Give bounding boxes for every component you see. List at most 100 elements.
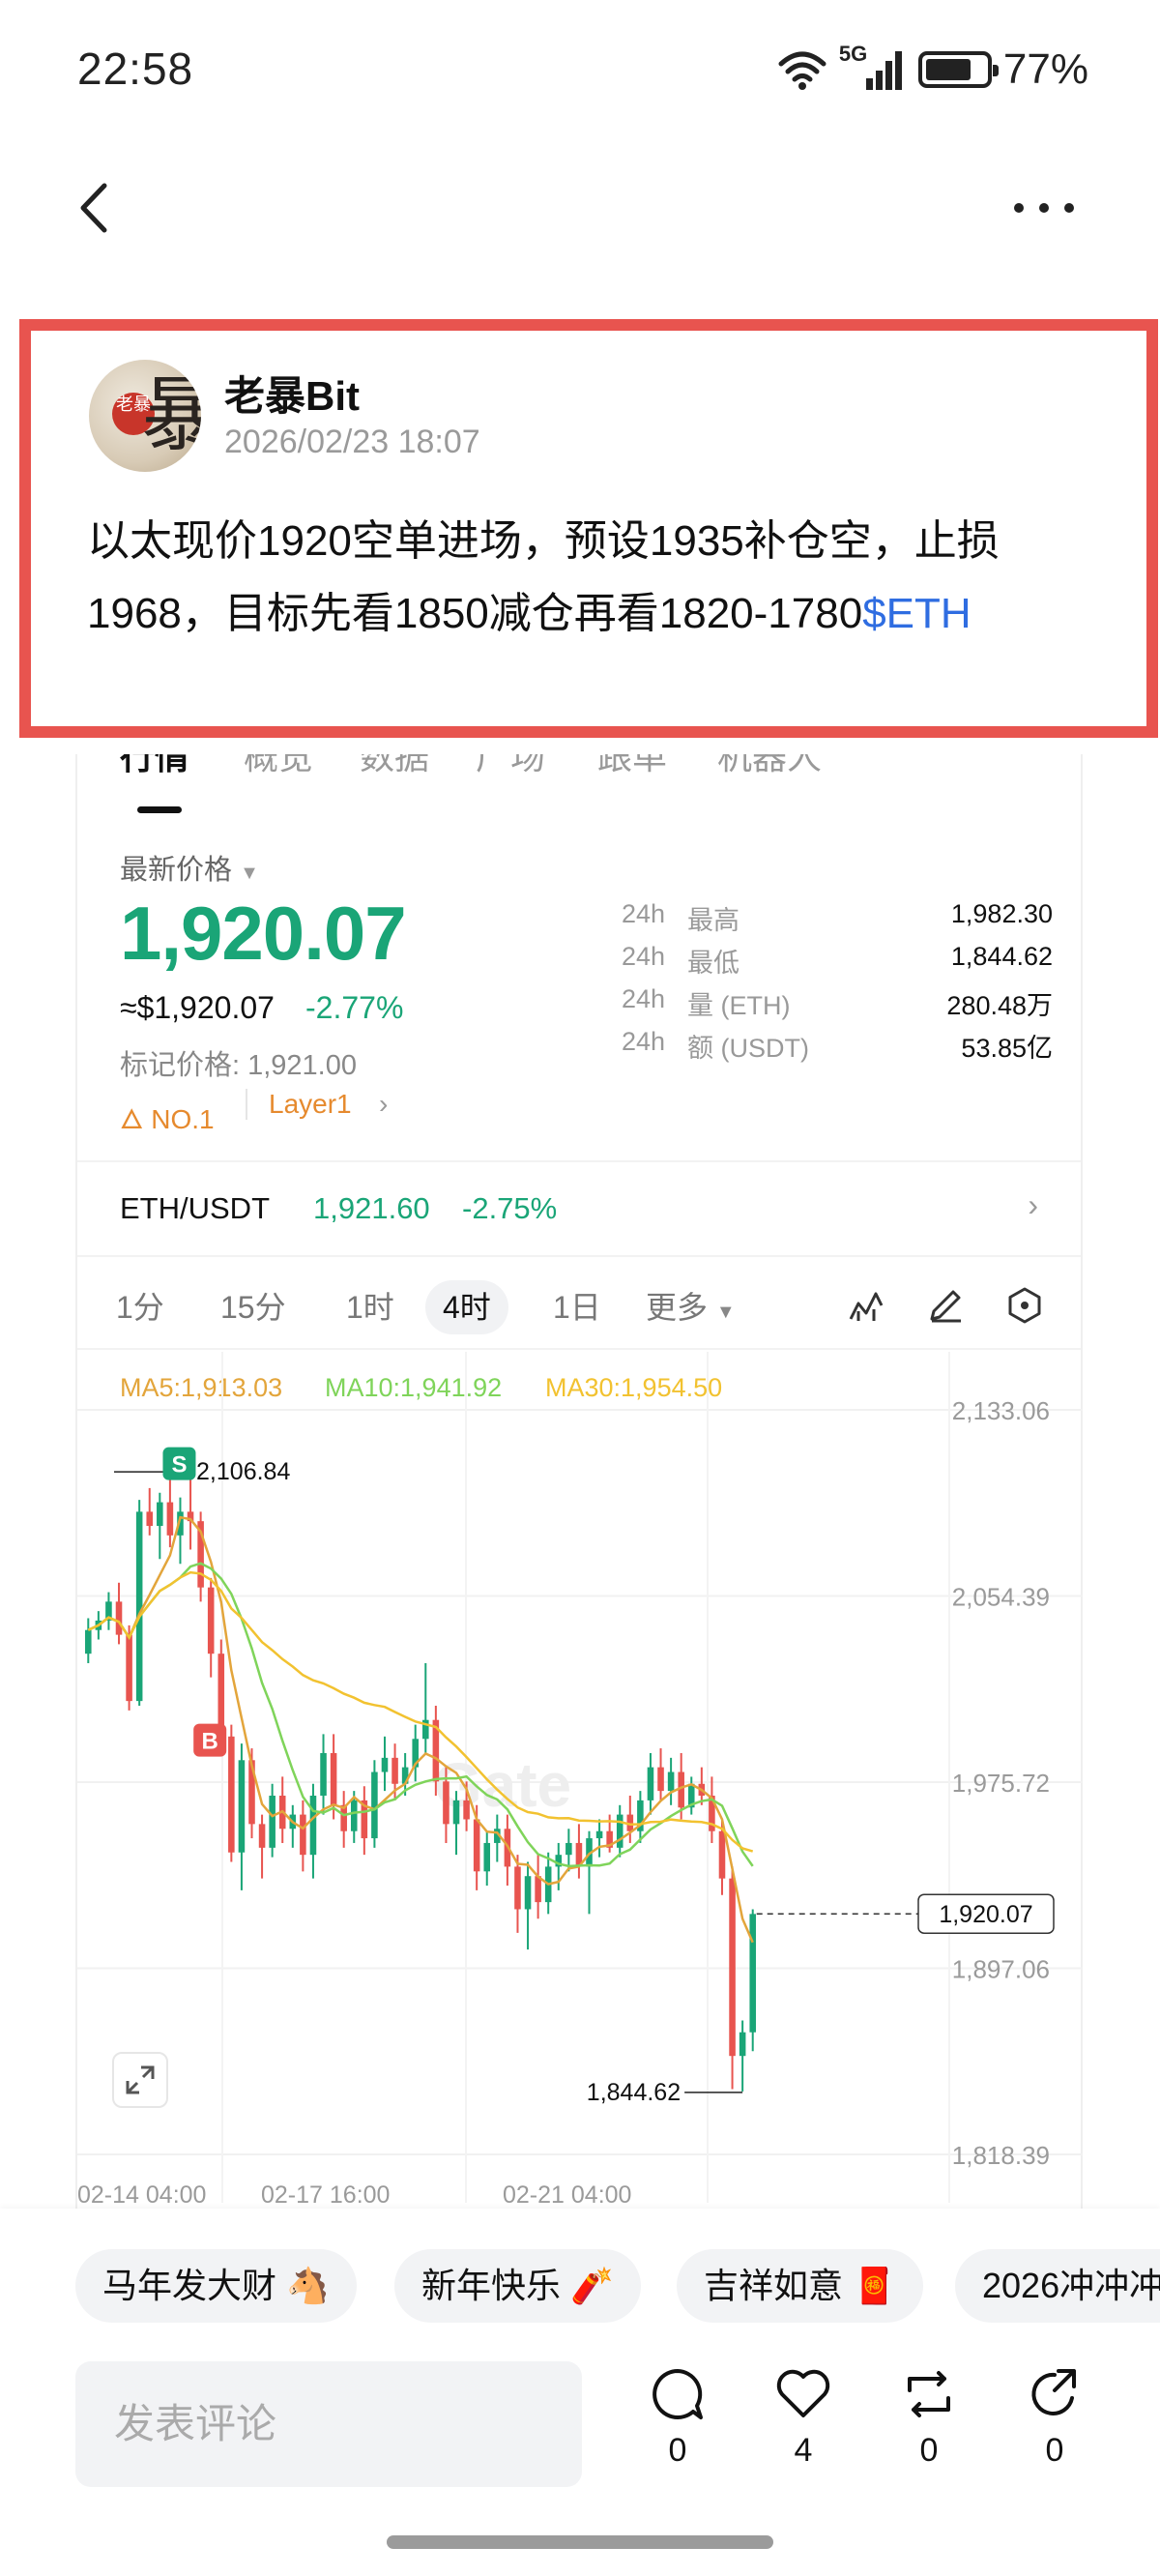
y-tick-label: 1,818.39 (952, 2141, 1050, 2170)
ma5-line (87, 1515, 754, 1944)
candle-body (392, 1757, 398, 1784)
low-label: 1,844.62 (587, 2079, 681, 2106)
more-horizontal-icon (1014, 203, 1074, 213)
post-body: 以太现价1920空单进场，预设1935补仓空，止损1968，目标先看1850减仓… (87, 505, 1102, 650)
timeframe-more[interactable]: 更多 ▼ (628, 1280, 753, 1334)
tag-divider (246, 1089, 247, 1120)
avatar[interactable]: 老暴 暴 (89, 360, 201, 472)
candle-body (126, 1634, 132, 1702)
x-tick-label: 02-21 04:00 (503, 2181, 631, 2209)
emoji-chip-newyear[interactable]: 新年快乐 🧨 (394, 2249, 641, 2323)
x-tick-label: 02-17 16:00 (261, 2181, 390, 2209)
candle-body (463, 1800, 470, 1820)
home-indicator (387, 2535, 773, 2549)
timeframe-1m[interactable]: 1分 (99, 1280, 182, 1334)
candle-body (85, 1629, 92, 1654)
timeframe-15m[interactable]: 15分 (203, 1280, 304, 1334)
category-tag[interactable]: Layer1 (269, 1089, 352, 1120)
rank-tag-text: NO.1 (151, 1104, 215, 1134)
buy-marker-label: B (202, 1729, 218, 1755)
battery-icon (917, 51, 999, 88)
candle-body (269, 1796, 276, 1848)
candle-body (309, 1796, 317, 1856)
stat-value: 280.48万 (946, 991, 1053, 1020)
emoji-chip-horse[interactable]: 马年发大财 🐴 (75, 2249, 357, 2323)
candle-body (330, 1752, 337, 1805)
timeframe-1h[interactable]: 1时 (329, 1280, 412, 1334)
chevron-right-icon: › (1028, 1187, 1038, 1222)
latest-price-label[interactable]: 最新价格 ▼ (120, 847, 259, 888)
pair-change: -2.75% (462, 1191, 558, 1225)
candlestick-chart[interactable]: 2,133.06 2,054.39 1,975.72 1,897.06 1,818.39… (77, 1352, 1083, 2222)
timeframe-1d[interactable]: 1日 (536, 1280, 619, 1334)
share-count: 0 (1045, 2432, 1064, 2469)
ticker-link[interactable]: $ETH (862, 590, 971, 637)
stat-value: 1,844.62 (950, 942, 1053, 971)
price-change: -2.77% (305, 990, 404, 1025)
repost-button[interactable]: 0 (885, 2365, 972, 2481)
pair-row[interactable]: ETH/USDT 1,921.60 -2.75% › (77, 1160, 1081, 1257)
stat-period: 24h (622, 1027, 666, 1056)
candle-body (350, 1800, 358, 1831)
stat-row-low: 24h 最低 1,844.62 (622, 942, 1053, 984)
tab-bot[interactable]: 机器人 (717, 754, 822, 779)
caret-down-icon: ▼ (715, 1302, 736, 1323)
fullscreen-button[interactable] (112, 2052, 168, 2108)
avatar-glyph: 暴 (141, 367, 201, 462)
chart-settings-button[interactable] (1005, 1286, 1044, 1325)
candle-body (535, 1876, 541, 1903)
candle-body (657, 1767, 664, 1792)
expand-icon (126, 2065, 155, 2094)
emoji-chip-luck[interactable]: 吉祥如意 🧧 (677, 2249, 923, 2323)
pair-name: ETH/USDT (120, 1191, 270, 1225)
timeframe-4h[interactable]: 4时 (425, 1280, 508, 1334)
rank-tag[interactable]: 🜂 NO.1 (120, 1089, 215, 1144)
chart-area[interactable]: MA5:1,913.03 MA10:1,941.92 MA30:1,954.50… (77, 1352, 1083, 2222)
emoji-chip-2026[interactable]: 2026冲冲冲 (955, 2249, 1160, 2323)
stat-row-turnover: 24h 额 (USDT) 53.85亿 (622, 1027, 1053, 1069)
comment-button[interactable]: 0 (634, 2365, 721, 2481)
tab-overview[interactable]: 概览 (244, 754, 313, 779)
tab-square[interactable]: 广场 (476, 754, 545, 779)
more-button[interactable] (1005, 189, 1083, 227)
tab-data[interactable]: 数据 (360, 754, 429, 779)
ma10-line (87, 1562, 754, 1868)
comment-count: 0 (668, 2432, 687, 2469)
x-tick-label: 02-14 04:00 (77, 2181, 206, 2209)
candle-body (483, 1842, 491, 1872)
comment-icon (652, 2369, 703, 2419)
comment-input[interactable] (75, 2361, 582, 2487)
repost-icon (908, 2371, 950, 2417)
author-name[interactable]: 老暴Bit (224, 364, 360, 423)
back-button[interactable] (68, 174, 126, 242)
candle-body (228, 1736, 235, 1853)
tab-copytrade[interactable]: 跟单 (597, 754, 667, 779)
stat-period: 24h (622, 984, 666, 1013)
status-bar: 22:58 5G 77% (0, 0, 1160, 145)
y-tick-label: 1,975.72 (952, 1769, 1050, 1798)
candle-body (371, 1771, 378, 1839)
indicator-button[interactable] (847, 1286, 885, 1325)
heart-icon (776, 2369, 830, 2417)
y-tick-label: 2,133.06 (952, 1396, 1050, 1425)
status-time: 22:58 (77, 44, 194, 94)
chevron-right-icon[interactable]: › (379, 1089, 388, 1120)
candle-body (718, 1830, 726, 1879)
current-price-label: 1,920.07 (939, 1901, 1032, 1928)
stats-panel: 24h 最高 1,982.30 24h 最低 1,844.62 24h 量 (E… (622, 899, 1053, 1069)
share-button[interactable]: 0 (1011, 2365, 1098, 2481)
candle-body (473, 1819, 480, 1872)
tab-market[interactable]: 行情 (120, 754, 189, 779)
draw-button[interactable] (926, 1286, 965, 1325)
high-label: 2,106.84 (196, 1458, 290, 1485)
stat-row-high: 24h 最高 1,982.30 (622, 899, 1053, 942)
sell-marker-label: S (171, 1452, 187, 1478)
like-button[interactable]: 4 (760, 2365, 847, 2481)
candle-body (157, 1502, 163, 1527)
stat-label: 最高 (687, 906, 740, 935)
candle-body (524, 1876, 532, 1910)
stat-row-volume: 24h 量 (ETH) 280.48万 (622, 984, 1053, 1027)
stat-label: 最低 (687, 949, 740, 978)
timeframe-bar: 1分 15分 1时 4时 1日 更多 ▼ (77, 1257, 1081, 1350)
stat-value: 1,982.30 (950, 899, 1053, 928)
